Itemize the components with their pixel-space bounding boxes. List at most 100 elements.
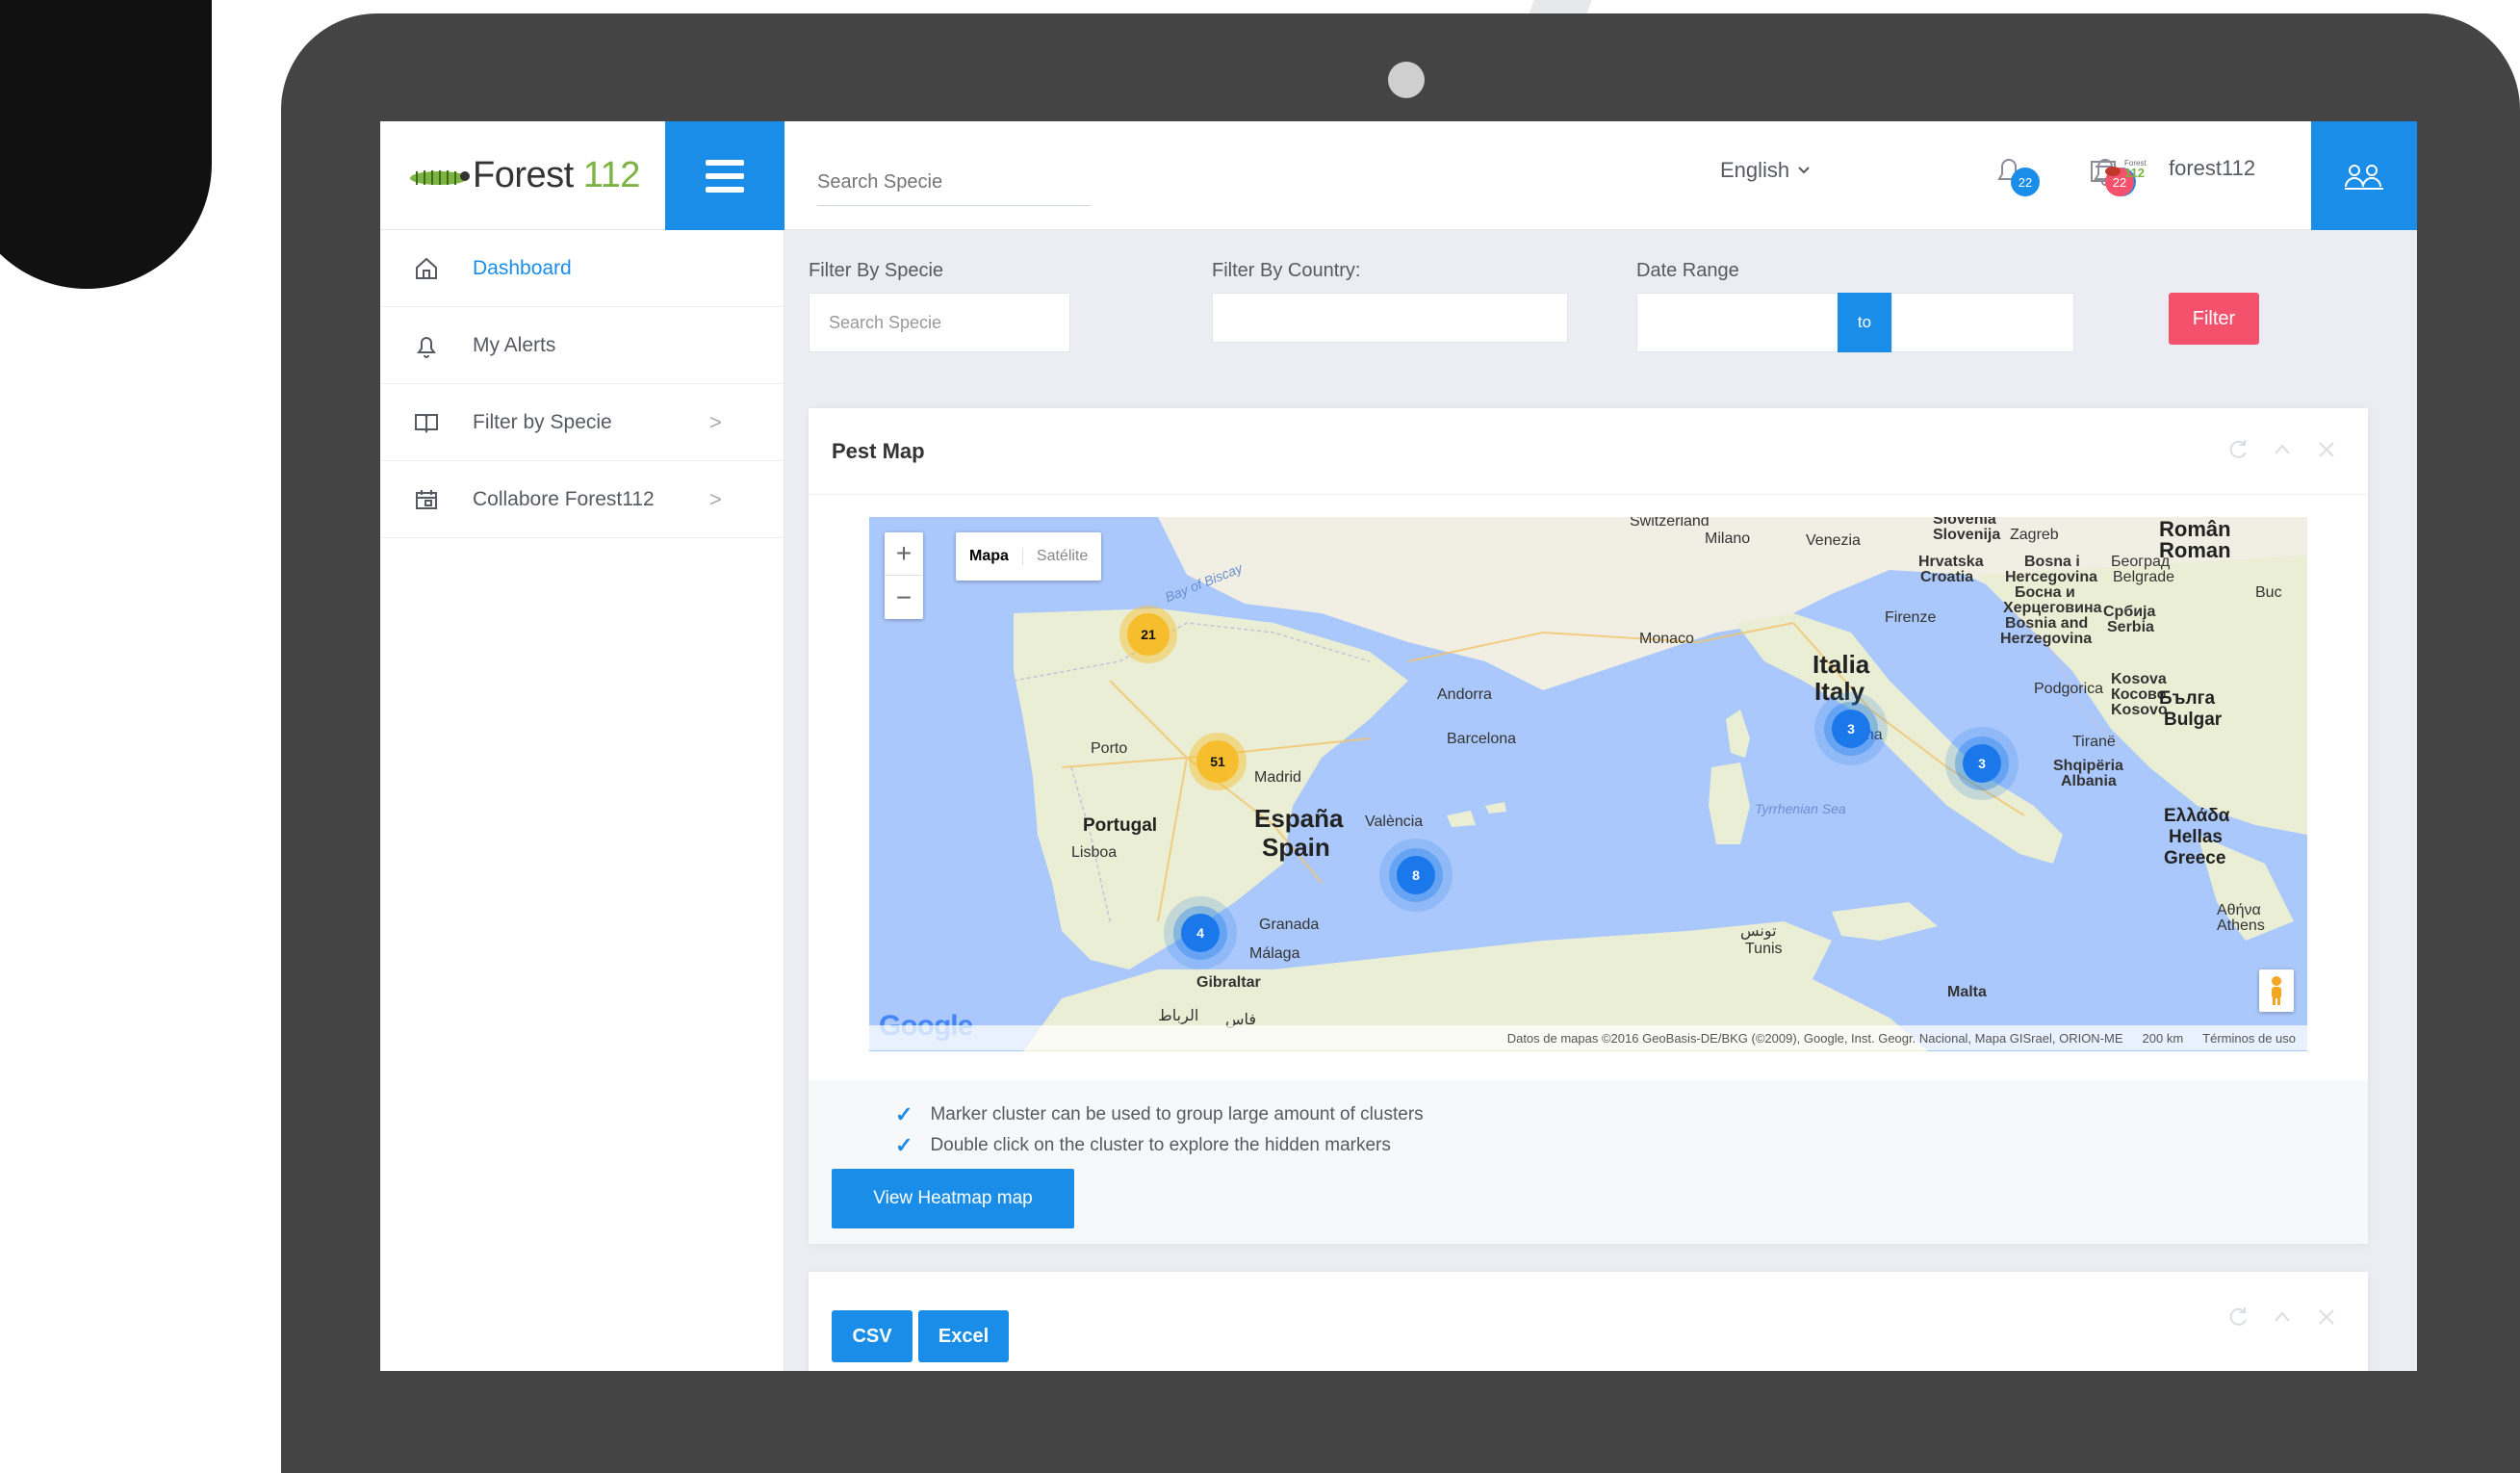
csv-export-button[interactable]: CSV [832, 1310, 913, 1362]
attribution-text: Datos de mapas ©2016 GeoBasis-DE/BKG (©2… [1506, 1030, 2123, 1046]
panel-title: Pest Map [832, 438, 925, 463]
map-label: València [1365, 814, 1424, 830]
map-label: Belgrade [2113, 569, 2175, 585]
zoom-control: + − [885, 532, 923, 619]
map-type-map-button[interactable]: Mapa [956, 548, 1022, 565]
map-type-satellite-button[interactable]: Satélite [1021, 548, 1101, 565]
cluster-marker[interactable]: 8 [1397, 856, 1435, 894]
cluster-marker[interactable]: 3 [1963, 744, 2001, 783]
filter-button[interactable]: Filter [2169, 293, 2259, 345]
collapse-icon[interactable] [2270, 1305, 2295, 1330]
username-label: forest112 [2169, 156, 2256, 180]
map-type-control: Mapa Satélite [956, 532, 1102, 581]
refresh-icon[interactable] [2225, 1305, 2250, 1330]
map-label: Athens [2217, 917, 2265, 934]
zoom-in-button[interactable]: + [885, 532, 923, 576]
sidebar-item-collabore[interactable]: Collabore Forest112 > [380, 461, 784, 538]
map-label: Andorra [1437, 686, 1492, 703]
decorative-shape [0, 0, 212, 289]
map-label: Croatia [1920, 569, 1974, 585]
map-label: Malta [1947, 984, 1987, 1000]
user-logo-icon: Forest 112 [2105, 159, 2147, 180]
view-heatmap-button[interactable]: View Heatmap map [832, 1169, 1074, 1228]
map-label: Albania [2061, 773, 2117, 789]
sidebar-item-label: Filter by Specie [473, 410, 612, 433]
map-label: Greece [2164, 848, 2226, 868]
filter-specie-input[interactable]: Search Specie [809, 293, 1070, 352]
close-icon[interactable] [2314, 1305, 2339, 1330]
calendar-icon [413, 486, 440, 513]
language-selector[interactable]: English [1720, 158, 1811, 183]
top-header: Forest 112 English 22 [380, 121, 2417, 230]
filter-specie-label: Filter By Specie [809, 260, 944, 281]
quick-sidebar-button[interactable] [2311, 121, 2417, 230]
header-search-input[interactable] [817, 160, 1091, 206]
note-item: ✓ Double click on the cluster to explore … [895, 1130, 1424, 1161]
bell-icon [413, 332, 440, 359]
brand-logo[interactable]: Forest 112 [380, 121, 665, 230]
hamburger-icon-bar [706, 159, 744, 166]
map-label: تونس [1740, 923, 1777, 940]
map-label: Herzegovina [2000, 631, 2093, 647]
chevron-down-icon [1798, 167, 1810, 174]
street-view-pegman-icon[interactable] [2259, 969, 2294, 1012]
pest-map[interactable]: + − Mapa Satélite Bay of Biscay Switzerl… [869, 517, 2307, 1051]
language-label: English [1720, 158, 1790, 182]
svg-text:112: 112 [2124, 166, 2145, 180]
date-to-input[interactable] [1891, 293, 2074, 352]
panel-tools [2225, 1305, 2339, 1330]
sidebar-item-filter-by-specie[interactable]: Filter by Specie > [380, 384, 784, 461]
collapse-icon[interactable] [2270, 437, 2295, 462]
filter-country-input[interactable] [1212, 293, 1568, 343]
map-label: Slovenija [1933, 527, 2001, 543]
hamburger-icon-bar [706, 172, 744, 179]
alerts-button[interactable]: 22 [1990, 152, 2044, 198]
logo-text: Forest 112 [473, 155, 640, 195]
note-text: Marker cluster can be used to group larg… [930, 1104, 1424, 1124]
cluster-marker[interactable]: 21 [1127, 613, 1170, 656]
map-label: Porto [1091, 740, 1128, 757]
date-from-input[interactable] [1636, 293, 1839, 352]
sidebar-item-dashboard[interactable]: Dashboard [380, 230, 784, 307]
users-icon [2345, 164, 2383, 190]
map-label: Roman [2159, 538, 2231, 562]
terms-link[interactable]: Términos de uso [2202, 1031, 2296, 1046]
stage: Forest 112 English 22 [0, 0, 2520, 1473]
map-label: España [1254, 804, 1344, 833]
map-label: Hellas [2169, 827, 2223, 847]
menu-toggle-button[interactable] [665, 121, 784, 230]
map-label: Granada [1259, 917, 1320, 933]
note-item: ✓ Marker cluster can be used to group lar… [895, 1099, 1424, 1130]
map-label: Tiranë [2072, 734, 2116, 750]
user-profile[interactable]: Forest 112 forest112 [2103, 156, 2255, 181]
cluster-marker[interactable]: 4 [1181, 914, 1220, 952]
hamburger-icon-bar [706, 186, 744, 193]
map-notes: ✓ Marker cluster can be used to group lar… [895, 1099, 1424, 1161]
map-label: Málaga [1249, 945, 1300, 962]
cluster-marker[interactable]: 51 [1196, 740, 1239, 783]
map-label: Firenze [1885, 609, 1937, 626]
close-icon[interactable] [2314, 437, 2339, 462]
panel-tools [2225, 437, 2339, 462]
map-label: Ελλάδα [2164, 806, 2230, 826]
caterpillar-icon [410, 169, 470, 185]
cluster-marker[interactable]: 3 [1832, 710, 1870, 748]
map-label: الرباط [1158, 1008, 1199, 1024]
zoom-out-button[interactable]: − [885, 576, 923, 619]
check-icon: ✓ [895, 1133, 913, 1157]
map-label: Venezia [1806, 532, 1861, 549]
map-label: Gibraltar [1196, 974, 1261, 991]
map-label: Monaco [1639, 631, 1694, 647]
sidebar-item-my-alerts[interactable]: My Alerts [380, 307, 784, 384]
map-attribution: Datos de mapas ©2016 GeoBasis-DE/BKG (©2… [869, 1025, 2307, 1050]
map-label: Barcelona [1447, 731, 1517, 747]
sidebar-item-label: Dashboard [473, 256, 572, 279]
refresh-icon[interactable] [2225, 437, 2250, 462]
map-label: Milano [1705, 530, 1751, 547]
pest-map-panel: Pest Map + − Mapa Satélite Bay of Biscay… [809, 408, 2368, 1244]
excel-export-button[interactable]: Excel [918, 1310, 1009, 1362]
map-label: Podgorica [2034, 681, 2104, 697]
map-scale: 200 km [2142, 1030, 2184, 1046]
sidebar-item-label: My Alerts [473, 333, 556, 356]
left-sidebar: Dashboard My Alerts Filter by Specie > C… [380, 230, 784, 1371]
